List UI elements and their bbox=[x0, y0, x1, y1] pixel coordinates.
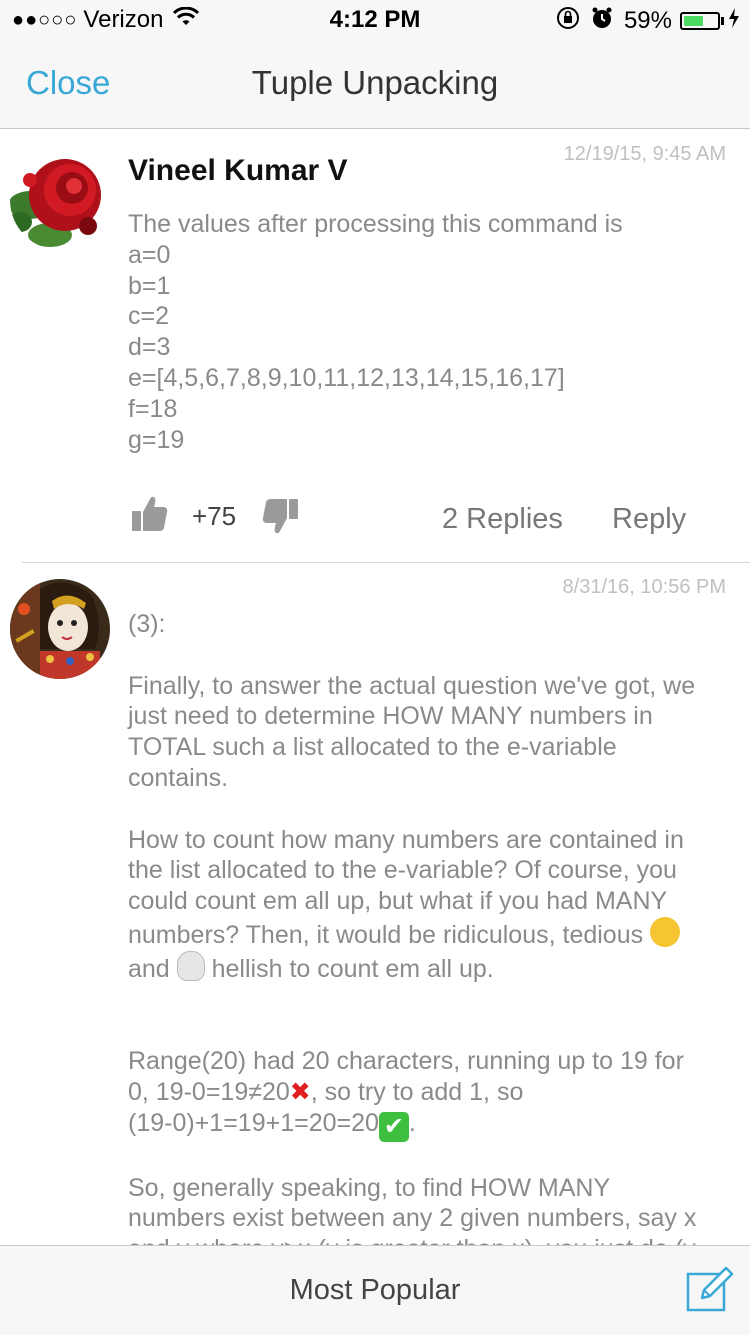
charging-icon bbox=[728, 8, 740, 34]
comment-actions: +75 2 Replies Reply bbox=[128, 495, 708, 545]
comment-text: (19-0)+1=19+1=20=20 bbox=[128, 1108, 379, 1137]
comment-line: (19-0)+1=19+1=20=20 ✔. bbox=[128, 1108, 718, 1142]
comment-line: numbers? Then, it would be ridiculous, t… bbox=[128, 916, 718, 951]
comment-line: and hellish to count em all up. bbox=[128, 950, 718, 985]
skull-icon bbox=[176, 950, 205, 981]
divider bbox=[22, 562, 750, 563]
comment-line: contains. bbox=[128, 763, 229, 792]
sort-most-popular-button[interactable]: Most Popular bbox=[0, 1274, 750, 1307]
status-bar: ●●○○○ Verizon 4:12 PM 59% bbox=[0, 0, 750, 40]
comment-line: could count em all up, but what if you h… bbox=[128, 887, 668, 916]
replies-link[interactable]: 2 Replies bbox=[442, 503, 563, 536]
comment-line: Range(20) had 20 characters, running up … bbox=[128, 1047, 684, 1076]
comment-line: So, generally speaking, to find HOW MANY bbox=[128, 1173, 611, 1202]
comment-line: e=[4,5,6,7,8,9,10,11,12,13,14,15,16,17] bbox=[128, 363, 565, 392]
comment-text: numbers? Then, it would be ridiculous, t… bbox=[128, 920, 644, 949]
comment-line: How to count how many numbers are contai… bbox=[128, 825, 684, 854]
compose-icon[interactable] bbox=[686, 1266, 736, 1317]
comment-text: 0, 19-0=19≠20 bbox=[128, 1077, 290, 1106]
comment-line: 0, 19-0=19≠20✖, so try to add 1, so bbox=[128, 1077, 718, 1108]
comment-line: (3): bbox=[128, 610, 166, 638]
vote-count: +75 bbox=[192, 501, 237, 531]
comment-line: f=18 bbox=[128, 394, 178, 423]
comment-line: a=0 bbox=[128, 240, 171, 269]
rotation-lock-icon bbox=[556, 6, 580, 36]
comment-text: . bbox=[408, 1108, 416, 1137]
crying-face-icon bbox=[650, 916, 681, 947]
comment-line: numbers exist between any 2 given number… bbox=[128, 1204, 697, 1233]
comment-line: d=3 bbox=[128, 333, 171, 362]
alarm-icon bbox=[590, 6, 614, 36]
comment-text: hellish to count em all up. bbox=[211, 954, 494, 983]
comment-body: (3): Finally, to answer the actual quest… bbox=[128, 609, 718, 1245]
navigation-bar: Close Tuple Unpacking bbox=[0, 40, 750, 129]
comment-body: The values after processing this command… bbox=[128, 209, 718, 455]
comment-line: TOTAL such a list allocated to the e-var… bbox=[128, 733, 617, 762]
comment-line: g=19 bbox=[128, 425, 185, 454]
bottom-toolbar: Most Popular bbox=[0, 1245, 750, 1335]
comment-line: b=1 bbox=[128, 271, 171, 300]
reply-button[interactable]: Reply bbox=[612, 503, 686, 536]
comment-line: The values after processing this command… bbox=[128, 210, 623, 238]
avatar[interactable] bbox=[10, 150, 110, 250]
comment-line: c=2 bbox=[128, 302, 170, 331]
thumbs-up-icon[interactable] bbox=[132, 495, 168, 540]
comment-line: and y where y>x (y is greater than x), y… bbox=[128, 1234, 718, 1245]
comment-line: the list allocated to the e-variable? Of… bbox=[128, 856, 677, 885]
comment-line: just need to determine HOW MANY numbers … bbox=[128, 702, 653, 731]
comment-date: 8/31/16, 10:56 PM bbox=[562, 576, 726, 598]
comment-date: 12/19/15, 9:45 AM bbox=[563, 143, 726, 165]
page-title: Tuple Unpacking bbox=[251, 64, 499, 101]
battery-icon bbox=[680, 12, 720, 30]
battery-percent: 59% bbox=[623, 7, 672, 34]
thumbs-down-icon[interactable] bbox=[262, 495, 298, 540]
cross-mark-icon: ✖ bbox=[289, 1077, 311, 1106]
comment-text: , so try to add 1, so bbox=[310, 1077, 524, 1106]
comments-list[interactable]: 12/19/15, 9:45 AM Vineel Kumar V The val… bbox=[0, 129, 750, 1245]
comment-line: Finally, to answer the actual question w… bbox=[128, 671, 696, 700]
avatar[interactable] bbox=[10, 579, 110, 679]
check-mark-icon: ✔ bbox=[378, 1111, 409, 1142]
comment-author: Vineel Kumar V bbox=[128, 154, 348, 187]
comment-text: and bbox=[128, 954, 170, 983]
battery-cap bbox=[721, 17, 724, 25]
